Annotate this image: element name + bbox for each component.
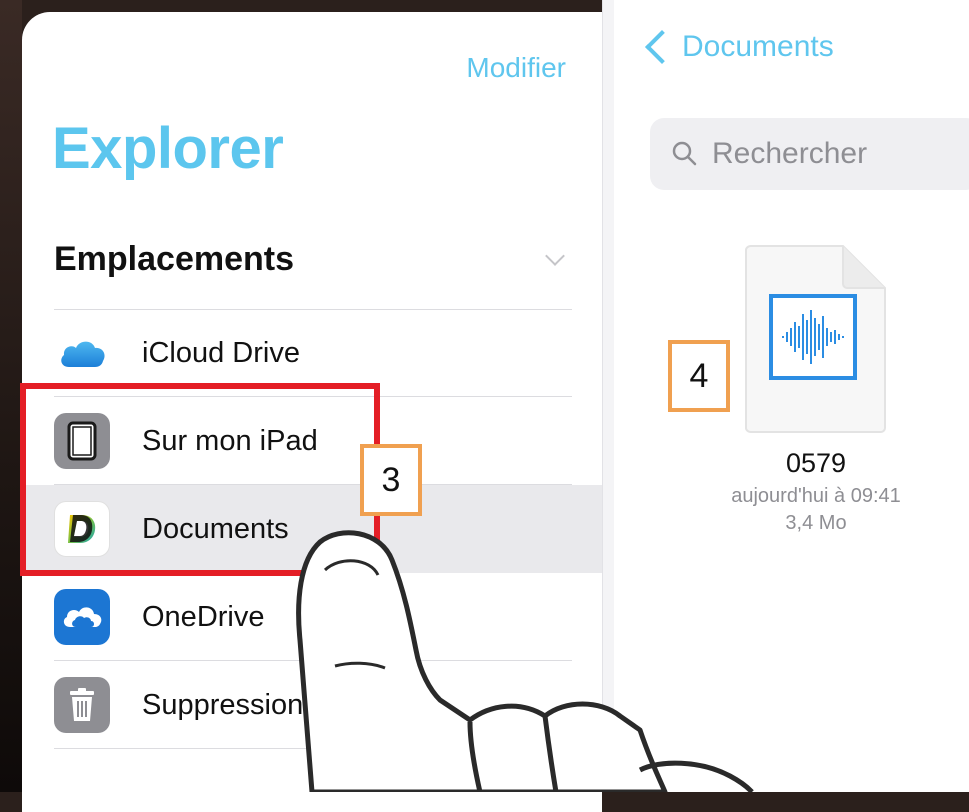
locations-header[interactable]: Emplacements (54, 240, 570, 279)
file-item[interactable]: 0579 aujourd'hui à 09:41 3,4 Mo (706, 244, 926, 535)
documents-app-icon (54, 501, 110, 557)
back-button-label: Documents (682, 30, 834, 63)
sidebar-item-documents[interactable]: Documents (22, 485, 602, 573)
onedrive-icon (54, 589, 110, 645)
sidebar-item-icloud-drive[interactable]: iCloud Drive (22, 309, 602, 397)
search-icon (672, 141, 697, 166)
page-title: Explorer (52, 116, 284, 181)
sidebar-item-suppressions-recentes[interactable]: Suppressions récentes (22, 661, 602, 749)
step-4-callout: 4 (668, 340, 730, 412)
separator (54, 748, 572, 749)
icloud-icon (54, 325, 110, 381)
section-title: Emplacements (54, 240, 294, 278)
locations-list: iCloud Drive Sur mon iPad Documents OneD… (22, 309, 602, 749)
sidebar-item-sur-mon-ipad[interactable]: Sur mon iPad (22, 397, 602, 485)
ipad-icon (54, 413, 110, 469)
file-date: aujourd'hui à 09:41 (731, 485, 901, 507)
search-placeholder: Rechercher (712, 137, 868, 170)
sidebar-item-label: iCloud Drive (142, 336, 300, 369)
background-edge (0, 0, 22, 792)
edit-button[interactable]: Modifier (466, 52, 566, 84)
sidebar-item-label: Documents (142, 512, 289, 545)
audio-waveform-file-icon (745, 245, 886, 433)
chevron-left-icon (645, 30, 679, 64)
sidebar-item-onedrive[interactable]: OneDrive (22, 573, 602, 661)
search-field[interactable]: Rechercher (650, 118, 969, 190)
sidebar-item-label: OneDrive (142, 600, 265, 633)
sidebar-item-label: Suppressions récentes (142, 688, 437, 721)
file-size: 3,4 Mo (785, 512, 847, 534)
trash-icon (54, 677, 110, 733)
chevron-down-icon[interactable] (545, 245, 565, 266)
sidebar: Modifier Explorer Emplacements iCloud Dr… (22, 12, 602, 812)
separator (54, 309, 572, 310)
sidebar-item-label: Sur mon iPad (142, 424, 318, 457)
file-name: 0579 (785, 448, 847, 478)
step-3-callout: 3 (360, 444, 422, 516)
back-button[interactable]: Documents (640, 30, 834, 64)
